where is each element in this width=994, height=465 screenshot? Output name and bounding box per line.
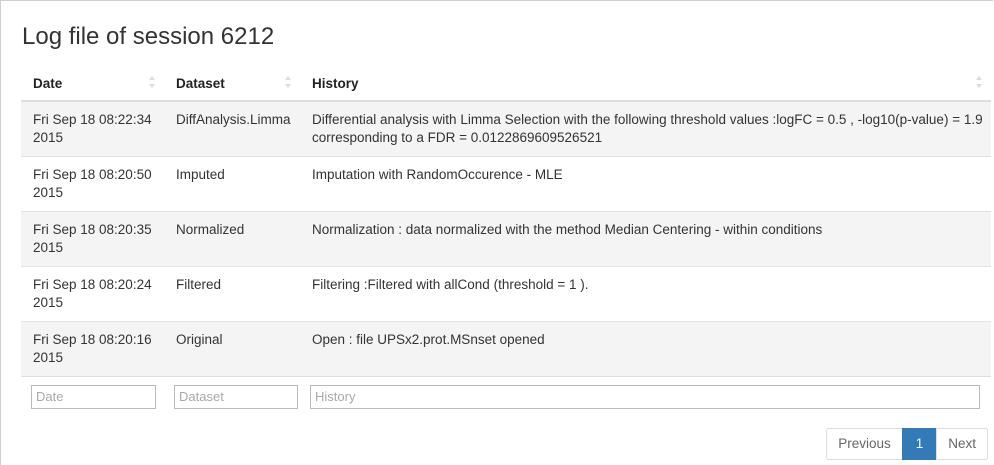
filter-cell-date	[21, 375, 164, 422]
filter-row	[21, 375, 991, 422]
date-filter-input[interactable]	[31, 384, 156, 409]
log-panel: Log file of session 6212 Date Dataset Hi…	[0, 0, 993, 465]
table-row: Fri Sep 18 08:20:24 2015 Filtered Filter…	[21, 265, 991, 321]
cell-dataset: Normalized	[164, 210, 300, 266]
dataset-filter-input[interactable]	[174, 384, 298, 409]
sort-icon	[976, 76, 982, 88]
filter-cell-dataset	[164, 375, 300, 422]
column-header-label: Dataset	[176, 75, 225, 91]
cell-dataset: Original	[164, 320, 300, 376]
table-header-row: Date Dataset History	[21, 66, 991, 102]
page-1-button[interactable]: 1	[901, 428, 938, 460]
filter-cell-history	[300, 375, 991, 422]
sort-icon	[285, 76, 291, 88]
sort-icon	[149, 76, 155, 88]
cell-history: Normalization : data normalized with the…	[300, 210, 991, 266]
column-header-label: History	[312, 75, 359, 91]
cell-history: Filtering :Filtered with allCond (thresh…	[300, 265, 991, 321]
log-table: Date Dataset History Fri Sep 18 08:22:34…	[21, 66, 991, 422]
column-header-label: Date	[33, 75, 63, 91]
column-header-date[interactable]: Date	[21, 66, 164, 102]
table-row: Fri Sep 18 08:20:35 2015 Normalized Norm…	[21, 210, 991, 266]
page-title: Log file of session 6212	[22, 23, 275, 50]
column-header-dataset[interactable]: Dataset	[164, 66, 300, 102]
cell-history: Differential analysis with Limma Selecti…	[300, 101, 991, 156]
cell-dataset: Filtered	[164, 265, 300, 321]
table-row: Fri Sep 18 08:20:50 2015 Imputed Imputat…	[21, 155, 991, 211]
pagination: Previous 1 Next	[826, 428, 988, 460]
table-row: Fri Sep 18 08:22:34 2015 DiffAnalysis.Li…	[21, 101, 991, 156]
cell-date: Fri Sep 18 08:20:35 2015	[21, 210, 164, 266]
cell-date: Fri Sep 18 08:22:34 2015	[21, 101, 164, 156]
cell-dataset: Imputed	[164, 155, 300, 211]
cell-date: Fri Sep 18 08:20:16 2015	[21, 320, 164, 376]
cell-date: Fri Sep 18 08:20:24 2015	[21, 265, 164, 321]
cell-history: Imputation with RandomOccurence - MLE	[300, 155, 991, 211]
table-row: Fri Sep 18 08:20:16 2015 Original Open :…	[21, 320, 991, 376]
previous-page-button[interactable]: Previous	[826, 428, 903, 460]
next-page-button[interactable]: Next	[936, 428, 988, 460]
column-header-history[interactable]: History	[300, 66, 991, 102]
history-filter-input[interactable]	[310, 384, 980, 409]
cell-history: Open : file UPSx2.prot.MSnset opened	[300, 320, 991, 376]
cell-dataset: DiffAnalysis.Limma	[164, 101, 300, 156]
cell-date: Fri Sep 18 08:20:50 2015	[21, 155, 164, 211]
